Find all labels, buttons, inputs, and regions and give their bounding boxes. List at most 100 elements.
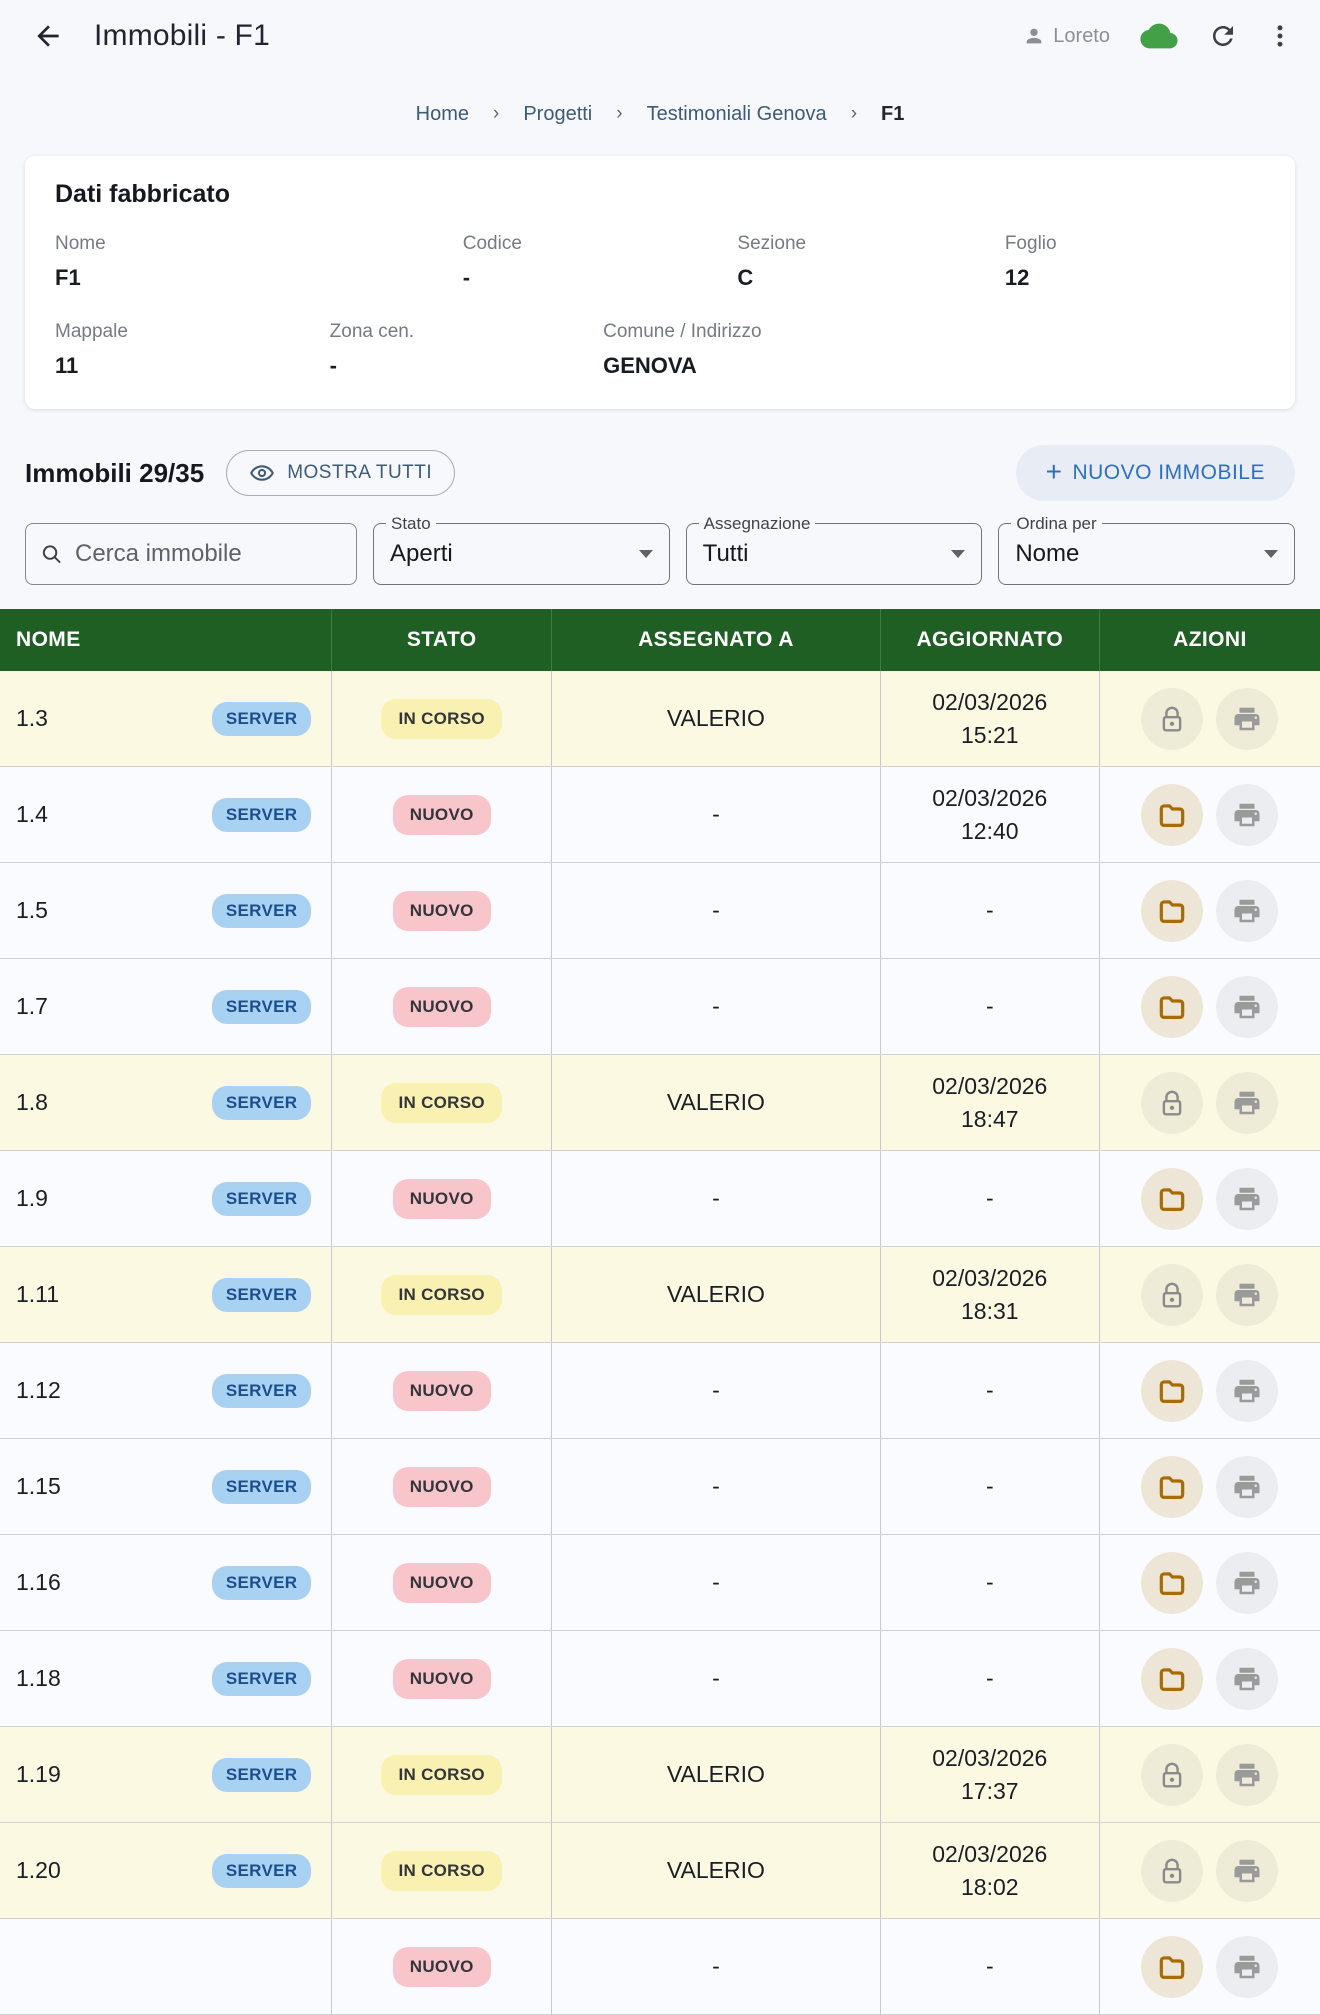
row-date: - [985,1473,994,1499]
print-action-button[interactable] [1216,1647,1279,1710]
server-badge: SERVER [211,1469,312,1504]
user-chip[interactable]: Loreto [1023,25,1110,48]
print-action-button[interactable] [1216,1551,1279,1614]
table-row[interactable]: 1.12 SERVER NUOVO - - [0,1343,1320,1439]
folder-action-button[interactable] [1141,1455,1204,1518]
row-assigned: - [712,1569,720,1595]
status-pill: NUOVO [392,890,491,931]
field-nome: Nome F1 [55,233,106,290]
server-badge: SERVER [211,1565,312,1600]
row-name: 1.16 [16,1569,61,1595]
immobili-toolbar: Immobili 29/35 MOSTRA TUTTI + NUOVO IMMO… [25,445,1295,501]
assegnazione-select[interactable]: Assegnazione Tutti [685,514,983,585]
search-box[interactable] [25,523,357,585]
folder-action-button[interactable] [1141,1935,1204,1998]
row-assigned: VALERIO [666,1761,765,1787]
row-date: - [985,1377,994,1403]
new-immobile-button[interactable]: + NUOVO IMMOBILE [1015,445,1295,501]
overflow-menu-button[interactable] [1266,22,1294,50]
table-row[interactable]: 1.9 SERVER NUOVO - - [0,1151,1320,1247]
print-action-button[interactable] [1216,1935,1279,1998]
row-date: 02/03/2026 [932,1072,1048,1099]
folder-action-button[interactable] [1141,879,1204,942]
breadcrumb-testimoniali-genova[interactable]: Testimoniali Genova [647,103,827,126]
chevron-down-icon [1264,550,1279,558]
sync-cloud-icon[interactable] [1138,19,1180,53]
table-row[interactable]: 1.19 SERVER IN CORSO VALERIO 02/03/2026 … [0,1727,1320,1823]
printer-icon [1234,899,1260,922]
app-header: Immobili - F1 Loreto [0,0,1320,72]
lock-action-button[interactable] [1141,1263,1204,1326]
folder-action-button[interactable] [1141,783,1204,846]
show-all-button[interactable]: MOSTRA TUTTI [226,450,456,496]
immobili-count: Immobili 29/35 [25,457,205,488]
row-assigned: - [712,1185,720,1211]
search-input[interactable] [74,540,342,568]
refresh-button[interactable] [1208,21,1238,51]
print-action-button[interactable] [1216,975,1279,1038]
folder-action-button[interactable] [1141,1551,1204,1614]
row-assigned: VALERIO [666,705,765,731]
print-action-button[interactable] [1216,1263,1279,1326]
field-comune-indirizzo: Comune / Indirizzo GENOVA [603,321,762,378]
table-row[interactable]: SERVER NUOVO - - [0,1919,1320,2015]
folder-icon [1160,1187,1185,1211]
stato-select[interactable]: Stato Aperti [373,514,670,585]
server-badge: SERVER [211,989,312,1024]
row-assigned: VALERIO [666,1089,765,1115]
status-pill: IN CORSO [381,1082,502,1123]
server-badge: SERVER [211,1853,312,1888]
folder-icon [1160,1955,1185,1979]
print-action-button[interactable] [1216,1167,1279,1230]
table-row[interactable]: 1.3 SERVER IN CORSO VALERIO 02/03/2026 1… [0,671,1320,767]
printer-icon [1234,1955,1260,1978]
folder-action-button[interactable] [1141,1647,1204,1710]
ordina-per-select[interactable]: Ordina per Nome [998,514,1296,585]
print-action-button[interactable] [1216,1455,1279,1518]
lock-action-button[interactable] [1141,1743,1204,1806]
row-date: 02/03/2026 [932,688,1048,715]
folder-icon [1160,803,1185,827]
table-row[interactable]: 1.16 SERVER NUOVO - - [0,1535,1320,1631]
lock-action-button[interactable] [1141,1839,1204,1902]
table-row[interactable]: 1.5 SERVER NUOVO - - [0,863,1320,959]
print-action-button[interactable] [1216,1359,1279,1422]
table-row[interactable]: 1.11 SERVER IN CORSO VALERIO 02/03/2026 … [0,1247,1320,1343]
page-title: Immobili - F1 [94,19,270,52]
column-header-azioni: AZIONI [1098,609,1320,671]
printer-icon [1234,1475,1260,1498]
folder-action-button[interactable] [1141,1167,1204,1230]
print-action-button[interactable] [1216,687,1279,750]
table-row[interactable]: 1.15 SERVER NUOVO - - [0,1439,1320,1535]
back-button[interactable] [26,14,70,58]
print-action-button[interactable] [1216,783,1279,846]
row-assigned: - [712,801,720,827]
row-updated: - [986,990,994,1023]
row-name: 1.3 [16,705,48,731]
server-badge: SERVER [211,1277,312,1312]
table-row[interactable]: 1.7 SERVER NUOVO - - [0,959,1320,1055]
lock-action-button[interactable] [1141,687,1204,750]
card-title: Dati fabbricato [55,180,231,208]
status-pill: IN CORSO [381,1274,502,1315]
table-row[interactable]: 1.20 SERVER IN CORSO VALERIO 02/03/2026 … [0,1823,1320,1919]
column-header-aggiornato: AGGIORNATO [879,609,1099,671]
print-action-button[interactable] [1216,1071,1279,1134]
print-action-button[interactable] [1216,1743,1279,1806]
folder-icon [1160,1667,1185,1691]
folder-action-button[interactable] [1141,975,1204,1038]
folder-action-button[interactable] [1141,1359,1204,1422]
row-updated: 02/03/2026 18:02 [932,1838,1047,1904]
printer-icon [1234,1571,1260,1594]
table-row[interactable]: 1.8 SERVER IN CORSO VALERIO 02/03/2026 1… [0,1055,1320,1151]
print-action-button[interactable] [1216,1839,1279,1902]
print-action-button[interactable] [1216,879,1279,942]
row-assigned: VALERIO [666,1857,765,1883]
kebab-menu-icon [1277,25,1283,47]
table-row[interactable]: 1.4 SERVER NUOVO - 02/03/2026 12:40 [0,767,1320,863]
breadcrumb-home[interactable]: Home [416,103,469,126]
table-row[interactable]: 1.18 SERVER NUOVO - - [0,1631,1320,1727]
lock-icon [1163,1858,1182,1883]
breadcrumb-progetti[interactable]: Progetti [523,103,592,126]
lock-action-button[interactable] [1141,1071,1204,1134]
